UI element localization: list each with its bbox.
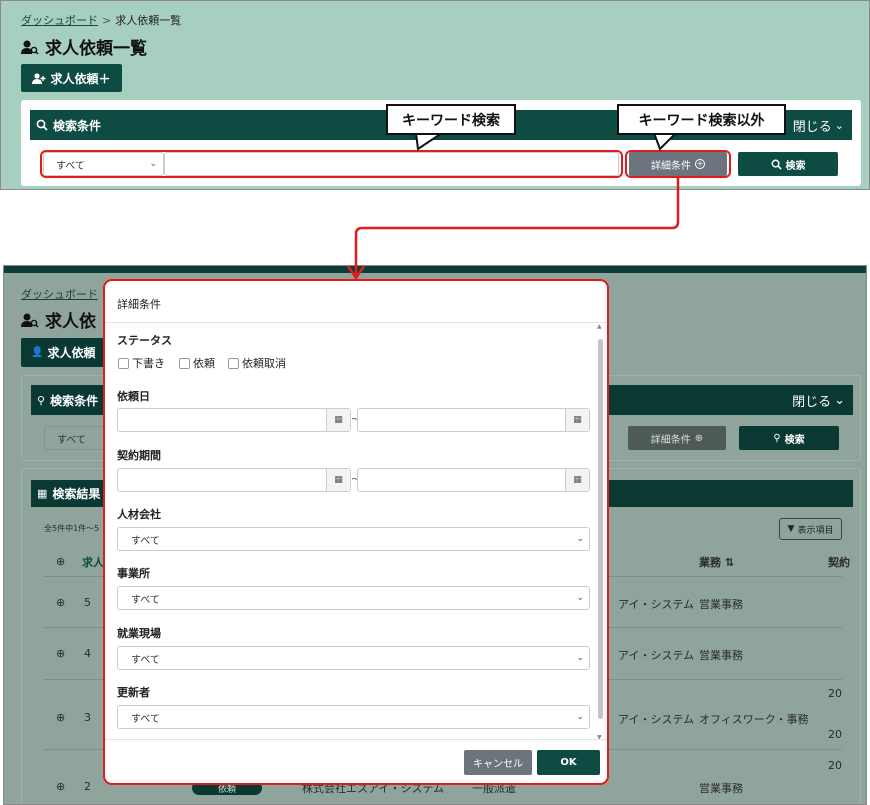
checkbox-icon — [228, 357, 239, 369]
chevron-down-icon: ⌄ — [576, 712, 584, 722]
callout-keyword: キーワード検索 — [386, 104, 516, 135]
work-site-select[interactable]: すべて ⌄ — [117, 646, 590, 670]
calendar-icon[interactable]: ▦ — [326, 409, 350, 431]
status-checkbox-requested[interactable]: 依頼 — [179, 355, 215, 371]
modal-header-divider — [105, 322, 607, 323]
callout-other-text: キーワード検索以外 — [638, 112, 765, 129]
ok-button[interactable]: OK — [537, 750, 600, 775]
checkbox-icon — [179, 357, 190, 369]
agency-label: 人材会社 — [117, 508, 161, 521]
work-site-select-value: すべて — [131, 654, 160, 666]
contract-period-label: 契約期間 — [117, 449, 161, 462]
connector-line — [354, 177, 680, 276]
status-option-label: 下書き — [132, 357, 165, 370]
callout-pointer-keyword — [414, 132, 446, 151]
calendar-icon[interactable]: ▦ — [326, 469, 350, 491]
updater-label: 更新者 — [117, 686, 150, 699]
chevron-down-icon: ⌄ — [576, 593, 584, 603]
office-select-value: すべて — [131, 594, 160, 606]
callout-pointer-other — [652, 132, 679, 151]
office-label: 事業所 — [117, 567, 150, 580]
work-site-label: 就業現場 — [117, 627, 161, 640]
cancel-button-label: キャンセル — [473, 759, 523, 770]
detail-conditions-modal: 詳細条件 ステータス 下書き 依頼 依頼取消 依頼日 ▦ ~ ▦ 契約期間 ▦ … — [103, 279, 609, 785]
request-date-label: 依頼日 — [117, 390, 150, 403]
agency-select[interactable]: すべて ⌄ — [117, 527, 590, 551]
modal-scrollbar[interactable]: ▲ ▼ — [597, 323, 604, 741]
status-option-label: 依頼 — [193, 357, 215, 370]
contract-period-to[interactable]: ▦ — [357, 468, 590, 492]
contract-period-from[interactable]: ▦ — [117, 468, 351, 492]
status-label: ステータス — [117, 334, 172, 347]
status-option-label: 依頼取消 — [242, 357, 286, 370]
status-checkbox-cancelled[interactable]: 依頼取消 — [228, 355, 286, 371]
callout-keyword-text: キーワード検索 — [402, 112, 500, 129]
calendar-icon[interactable]: ▦ — [565, 409, 589, 431]
request-date-to[interactable]: ▦ — [357, 408, 590, 432]
agency-select-value: すべて — [131, 535, 160, 547]
request-date-from[interactable]: ▦ — [117, 408, 351, 432]
modal-title: 詳細条件 — [117, 298, 161, 311]
chevron-down-icon: ⌄ — [576, 653, 584, 663]
callout-other: キーワード検索以外 — [617, 104, 786, 135]
calendar-icon[interactable]: ▦ — [565, 469, 589, 491]
checkbox-icon — [118, 357, 129, 369]
scrollbar-thumb[interactable] — [598, 339, 603, 719]
chevron-down-icon: ⌄ — [576, 534, 584, 544]
updater-select-value: すべて — [131, 713, 160, 725]
ok-button-label: OK — [560, 757, 577, 768]
modal-footer-divider — [105, 739, 607, 740]
status-checkbox-draft[interactable]: 下書き — [118, 355, 165, 371]
scroll-up-icon[interactable]: ▲ — [597, 323, 602, 330]
office-select[interactable]: すべて ⌄ — [117, 586, 590, 610]
updater-select[interactable]: すべて ⌄ — [117, 705, 590, 729]
cancel-button[interactable]: キャンセル — [464, 750, 532, 775]
